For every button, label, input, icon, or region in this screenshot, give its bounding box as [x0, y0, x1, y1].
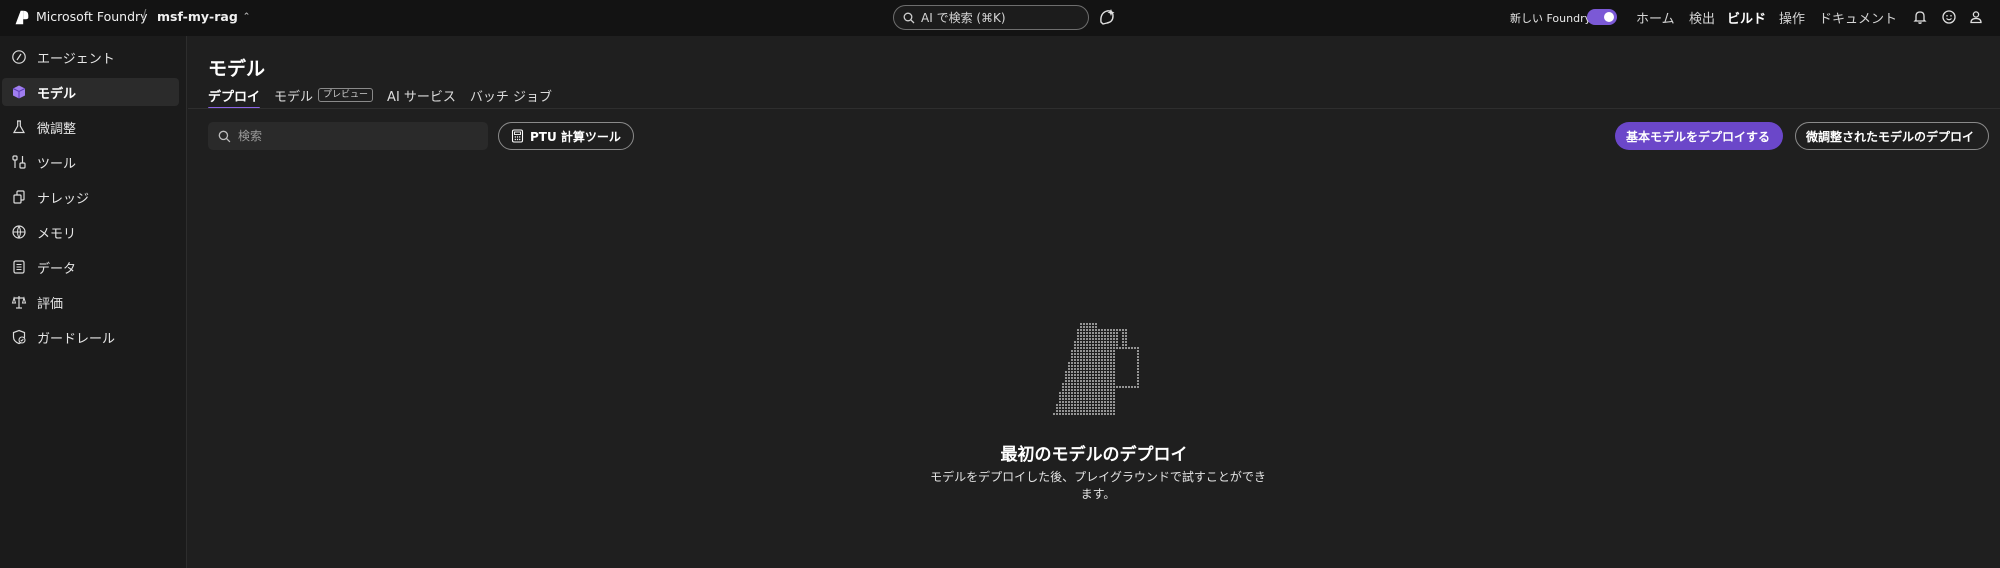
- agent-icon: [12, 50, 26, 64]
- project-name: msf-my-rag: [157, 9, 238, 24]
- memory-icon: [12, 225, 26, 239]
- new-foundry-toggle[interactable]: [1587, 9, 1617, 25]
- sidebar-item-evaluation[interactable]: 評価: [2, 288, 179, 316]
- flask-icon: [12, 120, 26, 134]
- data-icon: [13, 260, 25, 274]
- new-foundry-label: 新しい Foundry: [1510, 12, 1592, 25]
- ai-search-placeholder: AI で検索 (⌘K): [921, 11, 1006, 25]
- sidebar-item-label: データ: [37, 261, 77, 277]
- sidebar-item-tools[interactable]: ツール: [2, 148, 179, 176]
- bell-icon[interactable]: [1912, 9, 1928, 25]
- sidebar-item-guardrails[interactable]: ガードレール: [2, 323, 179, 351]
- nav-docs[interactable]: ドキュメント: [1819, 8, 1897, 27]
- sidebar-item-label: ナレッジ: [37, 191, 90, 207]
- preview-badge: プレビュー: [318, 88, 374, 102]
- sidebar-item-agents[interactable]: エージェント: [2, 43, 179, 71]
- sidebar-item-label: メモリ: [37, 226, 77, 242]
- page-title: モデル: [208, 58, 266, 80]
- sidebar-item-label: 評価: [37, 296, 64, 312]
- model-cube-icon: [12, 85, 26, 99]
- nav-build[interactable]: ビルド: [1727, 8, 1766, 27]
- nav-discover[interactable]: 検出: [1689, 8, 1715, 27]
- chevron-updown-icon: ⌃: [242, 11, 251, 22]
- breadcrumb-separator: /: [142, 8, 147, 23]
- tools-icon: [12, 155, 26, 169]
- tab-ai-services[interactable]: AI サービス: [387, 84, 456, 106]
- foundry-logo-icon[interactable]: [13, 9, 30, 26]
- ptu-calculator-label: PTU 計算ツール: [530, 129, 621, 144]
- copilot-sparkle-icon[interactable]: [1097, 7, 1117, 27]
- search-input[interactable]: [238, 129, 478, 143]
- feedback-smiley-icon[interactable]: [1941, 9, 1957, 25]
- calculator-icon: [511, 129, 524, 143]
- main-content: モデル デプロイ モデル プレビュー AI サービス バッチ ジョブ PTU: [188, 36, 2000, 568]
- shield-icon: [12, 329, 26, 345]
- nav-home[interactable]: ホーム: [1636, 8, 1675, 27]
- sidebar-item-label: エージェント: [37, 51, 115, 67]
- scale-icon: [11, 296, 27, 309]
- tab-label: モデル: [274, 89, 314, 105]
- ai-search-input[interactable]: AI で検索 (⌘K): [893, 5, 1089, 30]
- tab-label: AI サービス: [387, 89, 456, 105]
- deploy-base-model-button[interactable]: 基本モデルをデプロイする: [1615, 122, 1783, 150]
- project-selector[interactable]: msf-my-rag ⌃: [157, 9, 250, 24]
- sidebar: エージェント モデル 微調整 ツール ナレッジ メモリ データ 評価 ガードレー…: [0, 36, 187, 568]
- deployment-search[interactable]: [208, 122, 488, 150]
- search-icon: [218, 130, 231, 142]
- tab-models[interactable]: モデル プレビュー: [274, 84, 374, 106]
- sidebar-item-label: ツール: [37, 156, 77, 172]
- deploy-finetuned-model-button[interactable]: 微調整されたモデルのデプロイ: [1795, 122, 1989, 150]
- tab-label: デプロイ: [208, 89, 261, 105]
- tab-label: バッチ ジョブ: [469, 89, 553, 105]
- sidebar-item-label: ガードレール: [37, 331, 116, 347]
- sidebar-item-finetuning[interactable]: 微調整: [2, 113, 179, 141]
- ptu-calculator-button[interactable]: PTU 計算ツール: [498, 122, 634, 150]
- tab-divider: [188, 108, 2000, 109]
- sidebar-item-knowledge[interactable]: ナレッジ: [2, 183, 179, 211]
- tab-bar: デプロイ モデル プレビュー AI サービス バッチ ジョブ: [208, 84, 552, 109]
- search-icon: [903, 12, 915, 23]
- knowledge-icon: [13, 190, 25, 204]
- brand-name[interactable]: Microsoft Foundry: [36, 9, 148, 24]
- account-icon[interactable]: [1968, 9, 1984, 25]
- tab-deployments[interactable]: デプロイ: [208, 84, 261, 109]
- empty-state-title: 最初のモデルのデプロイ: [1000, 445, 1188, 465]
- top-bar: Microsoft Foundry / msf-my-rag ⌃ AI で検索 …: [0, 0, 2000, 36]
- sidebar-item-models[interactable]: モデル: [2, 78, 179, 106]
- sidebar-item-memory[interactable]: メモリ: [2, 218, 179, 246]
- nav-operate[interactable]: 操作: [1779, 8, 1805, 27]
- deployment-empty-illustration-icon: [1053, 323, 1139, 415]
- sidebar-item-label: モデル: [37, 86, 77, 102]
- sidebar-item-label: 微調整: [37, 121, 77, 137]
- tab-batch-jobs[interactable]: バッチ ジョブ: [470, 84, 552, 106]
- sidebar-item-data[interactable]: データ: [2, 253, 179, 281]
- empty-state-description: モデルをデプロイした後、プレイグラウンドで試すことができます。: [930, 470, 1266, 501]
